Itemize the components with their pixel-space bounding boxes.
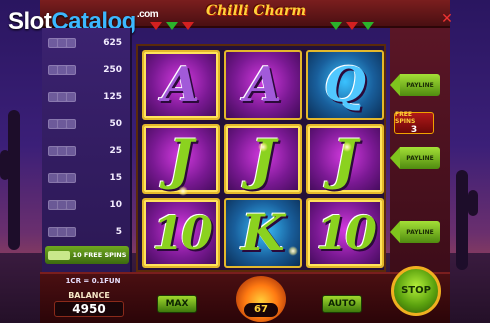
symbol-combo-icon xyxy=(48,38,76,48)
sparkle-effect xyxy=(258,142,268,152)
paytable-row: 5 xyxy=(48,225,128,239)
paytable-row: 250 xyxy=(48,63,128,77)
symbol-a: A xyxy=(244,57,282,113)
bunting-flag xyxy=(330,22,342,30)
paytable-row: 10 xyxy=(48,198,128,212)
payout-value: 125 xyxy=(103,92,122,102)
close-icon[interactable]: ✕ xyxy=(440,12,454,26)
payout-value: 10 xyxy=(109,200,122,210)
paytable-panel: 625 250 125 50 25 15 10 5 10 FREE SPINS xyxy=(42,28,132,290)
symbol-combo-icon xyxy=(48,65,76,75)
sparkle-effect xyxy=(178,186,188,196)
cactus-silhouette xyxy=(8,110,20,250)
free-spins-count: 3 xyxy=(410,125,418,135)
payout-value: 50 xyxy=(109,119,122,129)
payout-value: 625 xyxy=(103,38,122,48)
reel-cell: Q xyxy=(306,50,384,120)
paytable-row: 25 xyxy=(48,144,128,158)
arrow-left-icon xyxy=(390,74,400,96)
payout-value: 250 xyxy=(103,65,122,75)
payline-label: PAYLINE xyxy=(400,221,440,243)
paytable-row: 15 xyxy=(48,171,128,185)
symbol-combo-icon xyxy=(48,92,76,102)
reel-grid: A A Q J J J 10 K 10 xyxy=(136,44,386,272)
bunting-flag xyxy=(362,22,374,30)
cactus-silhouette xyxy=(0,150,10,180)
reel-cell: K xyxy=(224,198,302,268)
symbol-combo-icon xyxy=(48,200,76,210)
symbol-combo-icon xyxy=(48,173,76,183)
reel-cell: A xyxy=(142,50,220,120)
max-bet-button[interactable]: MAX xyxy=(157,295,197,313)
payline-label: PAYLINE xyxy=(400,74,440,96)
logo-text-com: .com xyxy=(136,9,159,20)
symbol-k: K xyxy=(241,203,285,262)
symbol-combo-icon xyxy=(48,119,76,129)
paytable-row: 50 xyxy=(48,117,128,131)
balance-label: BALANCE xyxy=(68,291,110,300)
free-spins-counter: FREE SPINS 3 xyxy=(394,111,434,135)
symbol-10: 10 xyxy=(315,206,377,260)
reel-cell: 10 xyxy=(306,198,384,268)
payline-indicator: PAYLINE xyxy=(390,74,440,96)
auto-spin-button[interactable]: AUTO xyxy=(322,295,362,313)
paytable-row: 125 xyxy=(48,90,128,104)
cactus-silhouette xyxy=(468,190,478,216)
balance-value: 4950 xyxy=(54,301,124,317)
bunting-flag xyxy=(166,22,178,30)
symbol-q: Q xyxy=(324,57,366,113)
arrow-left-icon xyxy=(390,147,400,169)
paytable-row: 625 xyxy=(48,36,128,50)
cactus-silhouette xyxy=(456,170,468,270)
reel-cell: 10 xyxy=(142,198,220,268)
payline-indicator: PAYLINE xyxy=(390,147,440,169)
payline-indicator: PAYLINE xyxy=(390,221,440,243)
symbol-combo-icon xyxy=(48,227,76,237)
game-title: Chilli Charm xyxy=(205,3,307,19)
symbol-combo-icon xyxy=(48,146,76,156)
sparkle-effect xyxy=(342,142,352,152)
payline-label: PAYLINE xyxy=(400,147,440,169)
symbol-j: J xyxy=(250,127,276,191)
reel-cell: A xyxy=(224,50,302,120)
credit-rate: 1CR = 0.1FUN xyxy=(65,277,121,285)
reel-cell: J xyxy=(142,124,220,194)
reel-cell: J xyxy=(224,124,302,194)
sparkle-effect xyxy=(288,246,298,256)
paytable-free-spins-row: 10 FREE SPINS xyxy=(45,246,129,264)
free-spins-reward: 10 FREE SPINS xyxy=(72,251,127,259)
stop-button[interactable]: STOP xyxy=(391,266,441,316)
payout-value: 25 xyxy=(109,146,122,156)
bet-value[interactable]: 67 xyxy=(244,303,278,317)
scatter-combo-icon xyxy=(47,250,70,260)
bunting-flag xyxy=(346,22,358,30)
symbol-a: A xyxy=(162,57,200,113)
symbol-j: J xyxy=(332,127,358,191)
symbol-10: 10 xyxy=(151,206,213,260)
arrow-left-icon xyxy=(390,221,400,243)
payout-value: 15 xyxy=(109,173,122,183)
bunting-flag xyxy=(182,22,194,30)
symbol-j: J xyxy=(168,127,194,191)
payout-value: 5 xyxy=(115,227,122,237)
free-spins-title: FREE SPINS xyxy=(395,111,416,125)
reel-cell: J xyxy=(306,124,384,194)
